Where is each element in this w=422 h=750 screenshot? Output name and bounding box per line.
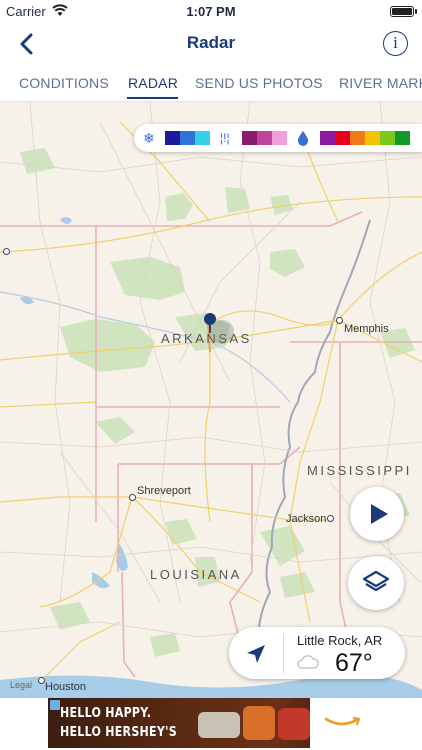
candy-image-1 [198,712,240,738]
radar-blip [210,320,234,344]
city-label-jackson: Jackson [286,513,327,525]
legend-mix-1 [242,131,257,145]
cloud-icon [297,655,319,669]
current-temperature: 67° [335,649,373,677]
active-tab-indicator [127,97,178,99]
layers-button[interactable] [348,556,404,610]
ad-banner-container: HELLO HAPPY. HELLO HERSHEY'S [0,698,422,750]
city-dot-west [3,248,10,255]
city-label-memphis: Memphis [344,323,389,335]
city-dot-jackson [327,515,334,522]
state-label-mississippi: MISSISSIPPI [307,463,412,478]
ad-banner[interactable]: HELLO HAPPY. HELLO HERSHEY'S [48,698,374,748]
legend-rain-6 [395,131,410,145]
map-canvas [0,102,422,698]
tab-conditions[interactable]: CONDITIONS [19,75,109,91]
amazon-logo-icon [324,716,360,726]
layers-icon [362,570,390,592]
legend-mix-3 [272,131,287,145]
candy-image-3 [278,708,310,740]
play-button[interactable] [350,487,404,541]
clock: 1:07 PM [186,4,236,19]
navigation-arrow-icon[interactable] [243,641,269,667]
legend-rain-3 [350,131,365,145]
tab-radar[interactable]: RADAR [128,75,178,91]
mix-icon: ¦!¦ [220,131,230,145]
city-dot-memphis [336,317,343,324]
rain-drop-icon [297,131,309,146]
legend-rain-1 [320,131,335,145]
location-name: Little Rock, AR [297,633,383,648]
nav-bar: Radar i [0,22,422,66]
legend-rain-5 [380,131,395,145]
status-bar: Carrier 1:07 PM [0,0,422,22]
tab-bar: CONDITIONS RADAR SEND US PHOTOS RIVER MA… [0,66,422,102]
current-location-card[interactable]: Little Rock, AR 67° [229,627,405,679]
legend-mix-2 [257,131,272,145]
info-icon[interactable]: i [383,31,408,56]
radar-map[interactable]: ARKANSAS MISSISSIPPI LOUISIANA Memphis S… [0,102,422,698]
legend-snow-3 [195,131,210,145]
ad-headline-1: HELLO HAPPY. [60,706,152,721]
radar-legend: ❄ ¦!¦ [134,124,422,152]
ad-choices-icon[interactable] [50,700,60,710]
tab-send-us-photos[interactable]: SEND US PHOTOS [195,75,323,91]
legend-snow-2 [180,131,195,145]
card-divider [283,633,284,673]
legal-link[interactable]: Legal [10,680,32,690]
legend-rain-4 [365,131,380,145]
candy-image-2 [243,706,275,740]
ad-headline-2: HELLO HERSHEY'S [60,725,177,740]
city-dot-houston [38,677,45,684]
state-label-louisiana: LOUISIANA [150,567,242,582]
city-dot-shreveport [129,494,136,501]
play-icon [371,504,388,524]
legend-snow-1 [165,131,180,145]
battery-icon [390,6,417,17]
city-label-shreveport: Shreveport [137,485,191,497]
page-title: Radar [186,33,236,52]
tab-river-mark[interactable]: RIVER MARK [339,75,422,91]
legend-rain-2 [335,131,350,145]
city-label-houston: Houston [45,681,86,693]
snow-icon: ❄ [143,130,155,146]
